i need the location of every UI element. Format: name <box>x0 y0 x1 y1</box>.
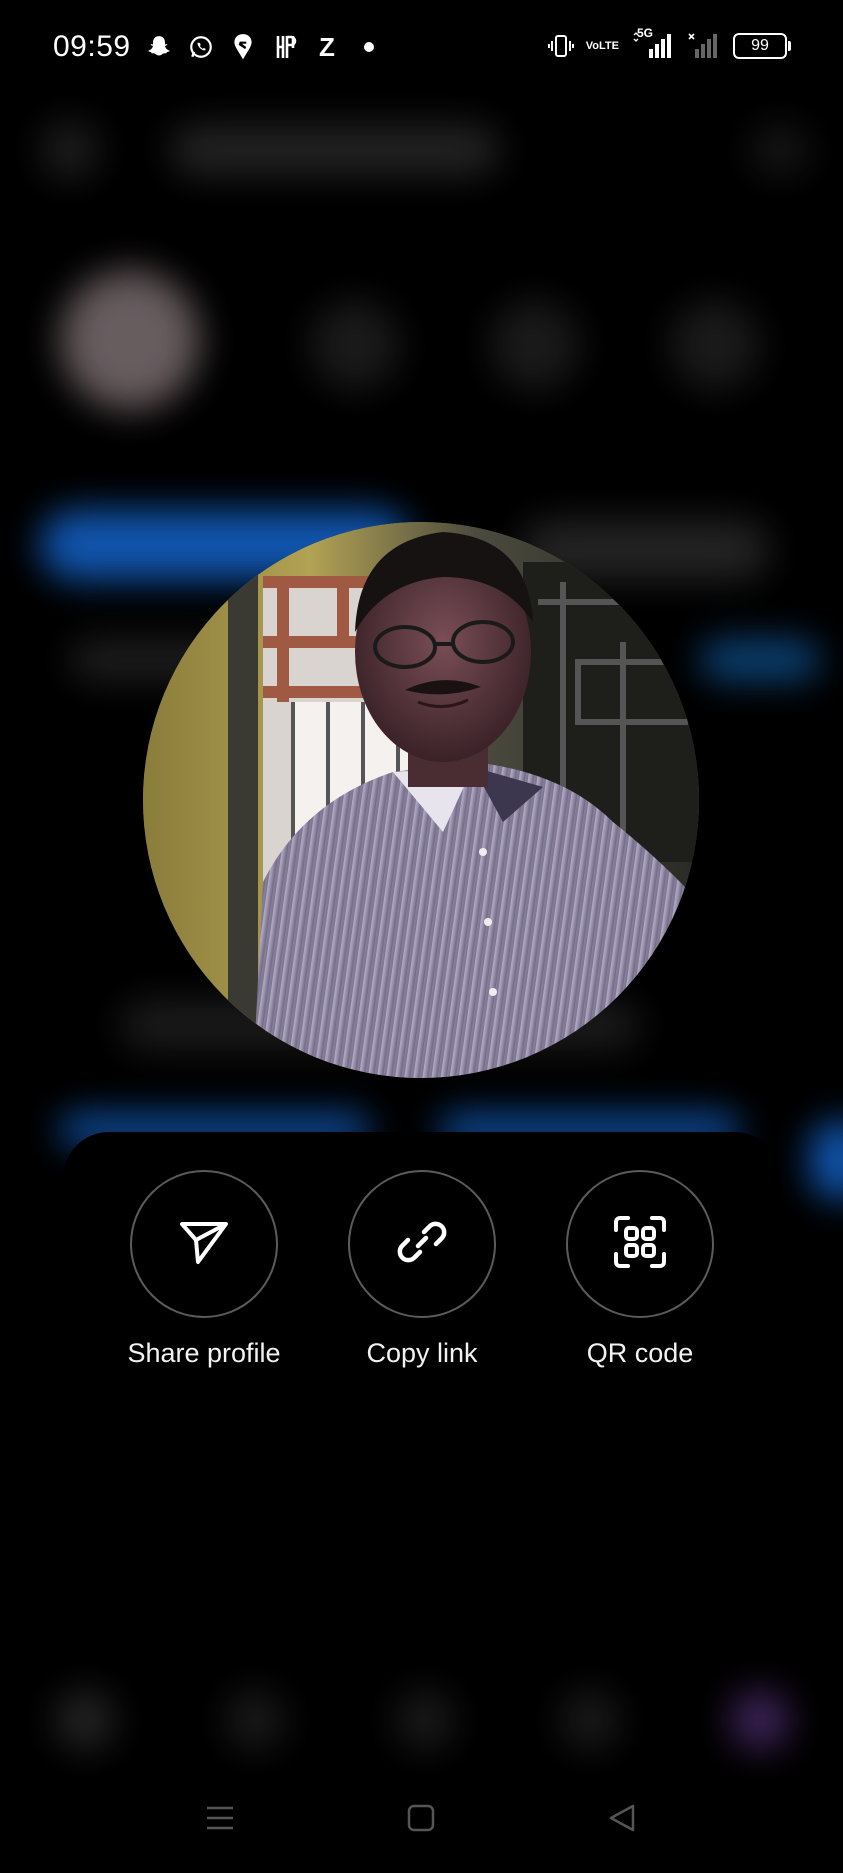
home-button[interactable] <box>401 1800 441 1840</box>
share-actions-card: Share profile Copy link QR code <box>63 1132 780 1602</box>
link-icon <box>394 1214 450 1275</box>
home-icon <box>406 1803 436 1838</box>
hp-icon <box>271 32 299 62</box>
volte-icon: Vo LTE <box>585 39 619 52</box>
status-time: 09:59 <box>53 30 131 63</box>
vibrate-icon <box>547 33 574 59</box>
qr-code-button[interactable]: QR code <box>530 1170 750 1369</box>
back-icon <box>607 1803 637 1838</box>
dot-icon <box>355 32 383 62</box>
qr-scan-icon <box>612 1214 668 1275</box>
battery-level: 99 <box>751 37 769 54</box>
share-profile-label: Share profile <box>127 1338 281 1368</box>
copy-link-button[interactable]: Copy link <box>312 1170 532 1369</box>
copy-link-circle[interactable] <box>348 1170 496 1318</box>
menu-button[interactable] <box>200 1800 240 1840</box>
signal-5g-icon: 5G <box>631 26 675 60</box>
system-icons: Vo LTE 5G 99 <box>547 26 791 60</box>
paper-plane-icon <box>176 1214 232 1275</box>
zomato-icon: Z <box>319 31 335 62</box>
share-profile-button[interactable]: Share profile <box>94 1170 314 1369</box>
profile-photo <box>143 522 699 1078</box>
network-label: 5G <box>637 26 654 40</box>
system-navigation-bar <box>0 1780 843 1860</box>
volte-line2: LTE <box>599 39 619 52</box>
signal-weak-icon <box>687 32 721 60</box>
snapchat-icon <box>145 32 173 62</box>
copy-link-label: Copy link <box>366 1338 478 1368</box>
whatsapp-icon <box>187 32 215 62</box>
back-button[interactable] <box>602 1800 642 1840</box>
notification-icons: Z <box>145 32 383 62</box>
volte-line1: Vo <box>585 39 600 52</box>
qr-code-circle[interactable] <box>566 1170 714 1318</box>
menu-icon <box>205 1803 235 1838</box>
qr-code-label: QR code <box>586 1338 694 1368</box>
battery-icon: 99 <box>733 33 791 59</box>
status-bar: 09:59 Z Vo LTE 5G 99 <box>0 0 843 100</box>
swiggy-icon <box>229 32 257 62</box>
share-profile-circle[interactable] <box>130 1170 278 1318</box>
